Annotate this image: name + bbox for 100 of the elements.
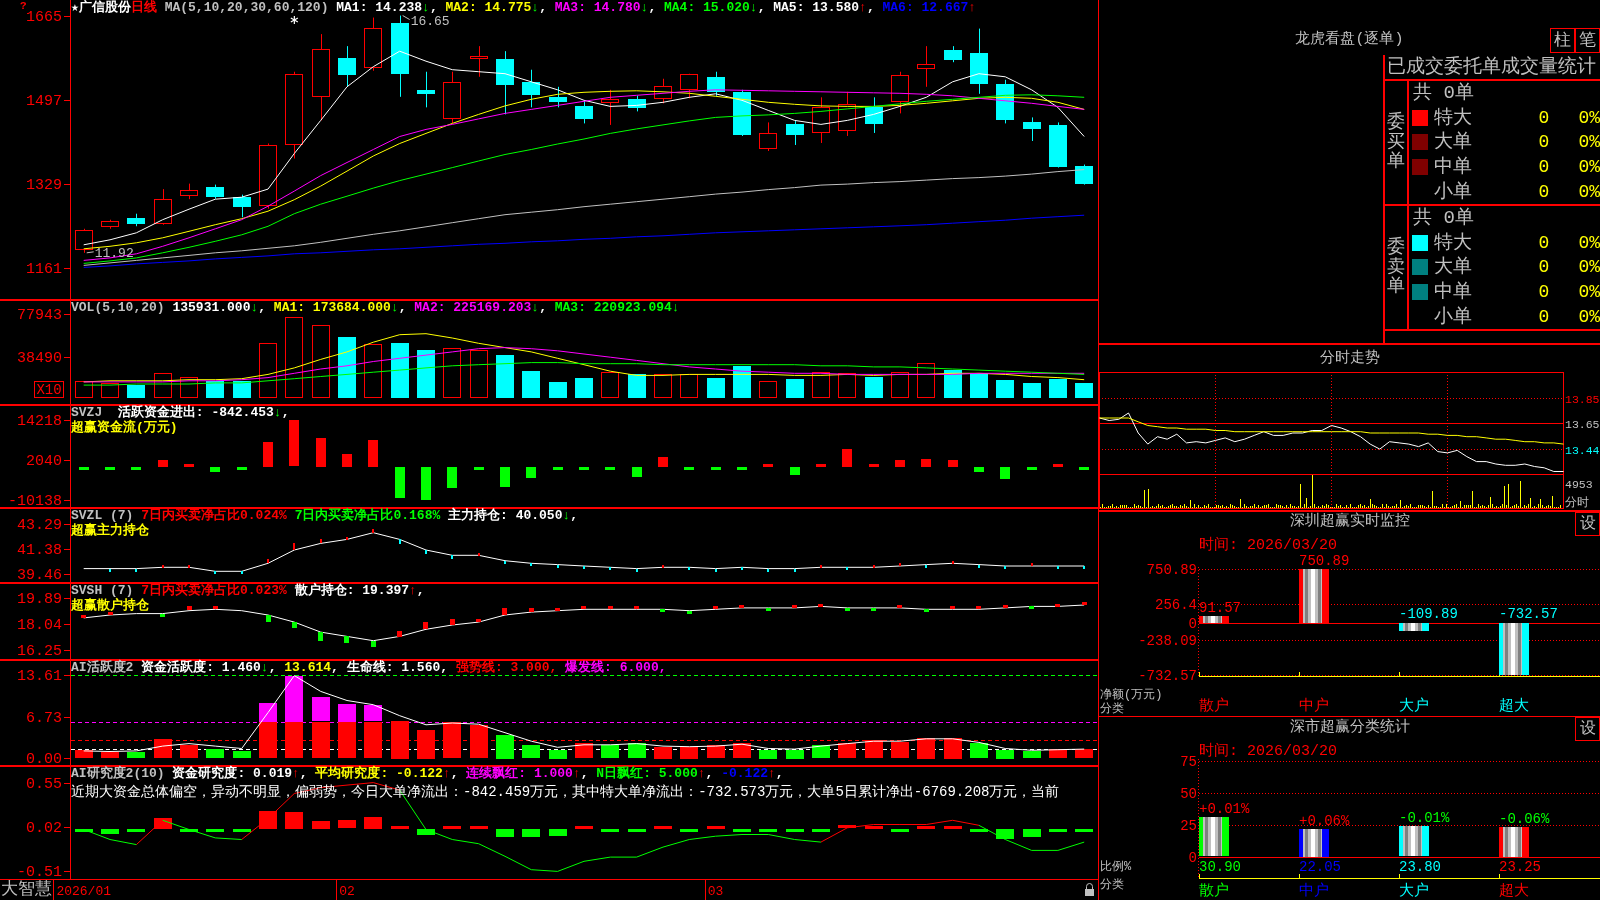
change-mark — [346, 537, 348, 540]
activity-bar — [443, 722, 461, 758]
order-count: 0 — [1538, 180, 1550, 203]
indicator-caption: 超赢资金流(万元) — [71, 420, 178, 435]
axis-label: 50 — [1180, 785, 1197, 802]
order-size-label: 中单 — [1434, 156, 1472, 179]
fund-flow-bar — [790, 467, 800, 475]
change-mark — [214, 571, 216, 574]
order-total: 共 0单 — [1413, 207, 1474, 230]
candle — [733, 89, 751, 137]
order-count: 0 — [1538, 281, 1550, 304]
date-label: 02 — [339, 884, 355, 899]
order-percentage: 0% — [1578, 281, 1600, 304]
volume-bar — [707, 378, 725, 398]
order-percentage: 0% — [1578, 131, 1600, 154]
activity-bar — [1075, 749, 1093, 758]
research-bar — [154, 818, 172, 829]
volume-bar — [996, 380, 1014, 398]
axis-label: 38490 — [17, 349, 62, 367]
change-mark — [1003, 605, 1008, 608]
research-bar — [601, 829, 619, 832]
category-label: 中户 — [1299, 698, 1329, 715]
axis-label: -238.09 — [1138, 632, 1197, 649]
change-mark — [502, 608, 507, 615]
view-button[interactable]: 柱 — [1550, 28, 1575, 53]
order-size-label: 大单 — [1434, 131, 1472, 154]
value-label: 23.25 — [1499, 859, 1541, 875]
fund-flow-bar — [605, 467, 615, 470]
volume-bar — [127, 385, 145, 398]
axis-label: 77943 — [17, 307, 62, 325]
change-mark — [976, 606, 981, 609]
indicator-legend: AI研究度2(10) 资金研究度: 0.019↑, 平均研究度: -0.122↑, 连续飘红: 1.000↑, N日飘红: 5.000↑, -0.122↑, — [71, 766, 784, 781]
bar — [1299, 569, 1329, 623]
research-bar — [338, 820, 356, 828]
panel-title: 深市超赢分类统计 — [1289, 718, 1410, 737]
research-bar — [285, 812, 303, 829]
fund-flow-bar — [316, 438, 326, 467]
fund-flow-bar — [289, 420, 299, 466]
candle — [891, 71, 909, 114]
change-mark — [660, 609, 665, 612]
volume-bar — [680, 374, 698, 398]
change-mark — [108, 612, 113, 615]
change-mark — [371, 641, 376, 647]
order-percentage: 0% — [1578, 256, 1600, 279]
activity-bar — [127, 752, 145, 758]
activity-bar — [285, 722, 303, 758]
change-mark — [318, 632, 323, 641]
change-mark — [1004, 566, 1006, 569]
pane-label: 分时 — [1565, 496, 1589, 510]
activity-bar — [417, 730, 435, 759]
research-bar — [180, 829, 198, 832]
change-mark — [871, 608, 876, 611]
indicator-legend: SVZL (7) 7日内买卖净占比0.024% 7日内买卖净占比0.168% 主力持仓: 40.050↓, — [71, 508, 579, 523]
order-count: 0 — [1538, 231, 1550, 254]
activity-bar — [154, 739, 172, 758]
change-mark — [293, 543, 295, 550]
candle — [654, 78, 672, 104]
volume-bar — [601, 372, 619, 398]
volume-bar — [917, 363, 935, 398]
order-count: 0 — [1538, 156, 1550, 179]
candle — [759, 121, 777, 152]
change-mark — [608, 606, 613, 609]
volume-bar — [891, 372, 909, 398]
value-label: 23.80 — [1399, 859, 1441, 875]
change-mark — [766, 608, 771, 611]
view-button[interactable]: 笔 — [1575, 28, 1600, 53]
candle — [180, 183, 198, 200]
change-mark — [897, 605, 902, 608]
volume-bar — [391, 343, 409, 398]
axis-label: 18.04 — [17, 617, 62, 635]
change-mark — [713, 606, 718, 609]
activity-bar — [549, 750, 567, 759]
activity-bar — [601, 745, 619, 758]
category-label: 大户 — [1399, 698, 1429, 715]
bar — [1399, 826, 1429, 856]
candle — [75, 228, 93, 254]
axis-label: 13.44 — [1565, 443, 1600, 457]
settings-button[interactable]: 设 — [1575, 717, 1600, 741]
volume-bar — [417, 350, 435, 398]
fund-flow-bar — [632, 467, 642, 477]
settings-button[interactable]: 设 — [1575, 512, 1600, 536]
axis-label: 0.55 — [26, 775, 62, 793]
axis-title: 比例% — [1100, 860, 1132, 874]
research-bar — [944, 826, 962, 829]
research-bar — [786, 829, 804, 832]
activity-bar — [233, 751, 251, 758]
change-mark — [344, 636, 349, 643]
research-bar — [101, 829, 119, 834]
order-percentage: 0% — [1578, 156, 1600, 179]
low-price-label: 11.92 — [86, 245, 134, 261]
candle — [259, 143, 277, 210]
axis-label: 1329 — [26, 177, 62, 195]
candle — [970, 28, 988, 95]
activity-bar — [891, 742, 909, 758]
axis-label: -10138 — [8, 493, 62, 508]
fund-flow-bar — [368, 440, 378, 467]
activity-bar — [75, 750, 93, 758]
volume-bar — [364, 344, 382, 398]
volume-bar — [575, 378, 593, 398]
activity-bar — [838, 743, 856, 758]
